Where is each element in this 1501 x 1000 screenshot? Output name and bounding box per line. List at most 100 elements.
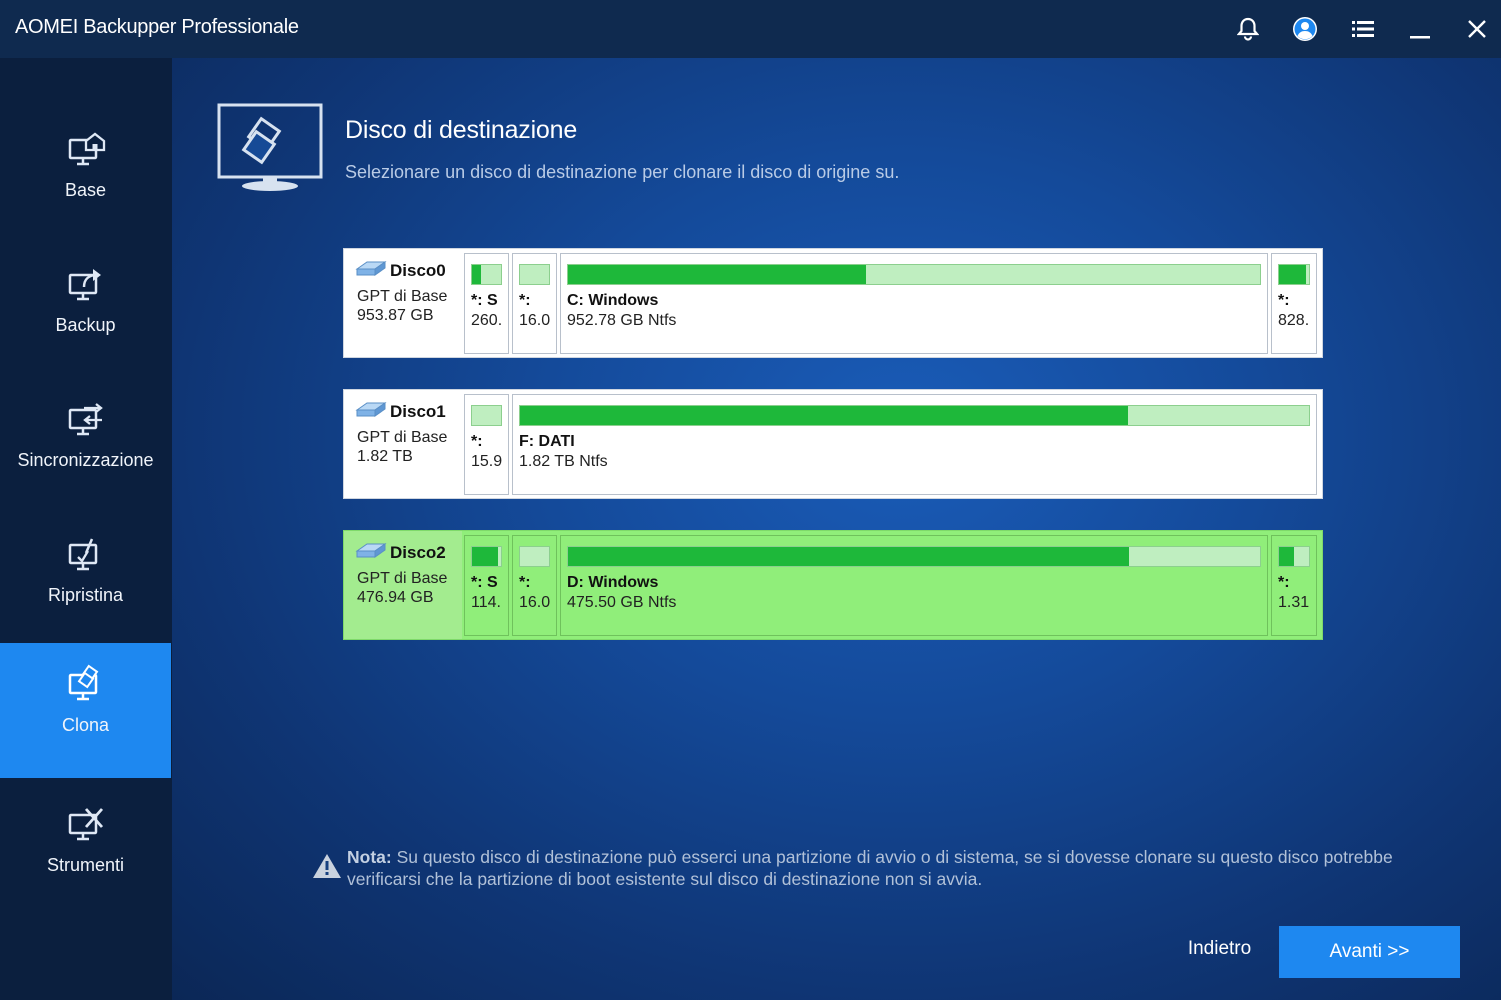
usage-bar-fill: [472, 547, 499, 566]
partition-label: *:: [1278, 292, 1290, 309]
sidebar-item-ripristina[interactable]: Ripristina: [0, 513, 171, 648]
disk-name: Disco1: [390, 402, 446, 421]
sidebar: Base Backup Sincronizzazione Ripristina: [0, 58, 172, 1000]
partition-size: 828.: [1278, 312, 1310, 329]
menu-icon[interactable]: [1346, 12, 1380, 46]
partition[interactable]: *: 828.: [1271, 253, 1317, 354]
usage-bar: [519, 405, 1310, 426]
partition-size: 16.0: [519, 594, 551, 611]
note-text: Nota: Su questo disco di destinazione pu…: [347, 846, 1407, 890]
next-button[interactable]: Avanti >>: [1279, 926, 1460, 978]
partition[interactable]: D: Windows 475.50 GB Ntfs: [560, 535, 1268, 636]
usage-bar: [519, 264, 550, 285]
sidebar-item-label: Base: [64, 180, 107, 200]
partition-label: *:: [1278, 574, 1290, 591]
sidebar-item-strumenti[interactable]: Strumenti: [0, 783, 171, 918]
disk-type: GPT di Base: [357, 570, 448, 587]
sidebar-item-clona[interactable]: Clona: [0, 643, 171, 778]
usage-bar-fill: [568, 265, 866, 284]
partition[interactable]: *: 16.0: [512, 535, 557, 636]
page-subtitle: Selezionare un disco di destinazione per…: [345, 162, 900, 182]
partition-size: 114.: [471, 594, 501, 611]
warning-icon: [313, 854, 341, 878]
sidebar-item-sincronizzazione[interactable]: Sincronizzazione: [0, 378, 171, 513]
sidebar-item-label: Ripristina: [47, 585, 124, 605]
sidebar-item-label: Backup: [55, 315, 116, 335]
partition-label: F: DATI: [519, 433, 575, 450]
app-title: AOMEI Backupper Professionale: [15, 16, 299, 38]
partition[interactable]: *: 16.0: [512, 253, 557, 354]
disk-type: GPT di Base: [357, 429, 448, 446]
disk-row-disco1[interactable]: Disco1 GPT di Base 1.82 TB *: 15.9 F: DA…: [343, 389, 1323, 499]
partition-size: 952.78 GB Ntfs: [567, 312, 677, 329]
partition-label: *:: [471, 433, 483, 450]
partition-size: 1.82 TB Ntfs: [519, 453, 608, 470]
disk-info: Disco1 GPT di Base 1.82 TB: [344, 390, 462, 498]
partition[interactable]: *: 1.31: [1271, 535, 1317, 636]
partition-label: *: S: [471, 574, 498, 591]
disk-row-disco0[interactable]: Disco0 GPT di Base 953.87 GB *: S 260. *…: [343, 248, 1323, 358]
note-body: Su questo disco di destinazione può esse…: [347, 847, 1393, 889]
back-button[interactable]: Indietro: [1172, 938, 1267, 968]
disk-size: 1.82 TB: [357, 448, 413, 465]
disk-name: Disco0: [390, 261, 446, 280]
disk-type: GPT di Base: [357, 288, 448, 305]
partition[interactable]: *: S 114.: [464, 535, 509, 636]
disk-size: 953.87 GB: [357, 307, 434, 324]
hard-disk-icon: [355, 543, 387, 558]
usage-bar-fill: [568, 547, 1129, 566]
clone-monitor-icon: [68, 664, 98, 701]
partition-size: 1.31: [1278, 594, 1310, 611]
note-prefix: Nota:: [347, 847, 392, 867]
disk-info: Disco2 GPT di Base 476.94 GB: [344, 531, 462, 639]
disk-info: Disco0 GPT di Base 953.87 GB: [344, 249, 462, 357]
bell-icon[interactable]: [1231, 12, 1265, 46]
partition[interactable]: *: 15.9: [464, 394, 509, 495]
partition-label: *:: [519, 574, 531, 591]
partition-size: 475.50 GB Ntfs: [567, 594, 677, 611]
partition-label: *:: [519, 292, 531, 309]
sidebar-item-backup[interactable]: Backup: [0, 243, 171, 378]
home-monitor-icon: [68, 132, 105, 166]
usage-bar-fill: [1279, 265, 1306, 284]
clone-disk-monitor-icon: [217, 103, 323, 191]
usage-bar: [567, 264, 1261, 285]
usage-bar: [471, 546, 502, 567]
sync-monitor-icon: [68, 403, 103, 436]
sidebar-item-label: Clona: [61, 715, 110, 735]
close-icon[interactable]: [1460, 12, 1494, 46]
page-title: Disco di destinazione: [345, 116, 578, 144]
usage-bar-fill: [520, 406, 1128, 425]
partition-size: 15.9: [471, 453, 503, 470]
usage-bar: [471, 264, 502, 285]
partition[interactable]: C: Windows 952.78 GB Ntfs: [560, 253, 1268, 354]
partition-label: *: S: [471, 292, 498, 309]
hard-disk-icon: [355, 261, 387, 276]
sidebar-item-base[interactable]: Base: [0, 108, 171, 243]
usage-bar: [471, 405, 502, 426]
usage-bar: [1278, 264, 1310, 285]
main-content: Disco di destinazione Selezionare un dis…: [172, 58, 1501, 1000]
disk-size: 476.94 GB: [357, 589, 434, 606]
partition[interactable]: *: S 260.: [464, 253, 509, 354]
tools-monitor-icon: [68, 808, 103, 841]
partition-label: D: Windows: [567, 574, 659, 591]
usage-bar: [519, 546, 550, 567]
title-bar: AOMEI Backupper Professionale: [0, 0, 1501, 58]
user-icon[interactable]: [1288, 12, 1322, 46]
backup-monitor-icon: [68, 269, 101, 301]
partition[interactable]: F: DATI 1.82 TB Ntfs: [512, 394, 1317, 495]
disk-row-disco2[interactable]: Disco2 GPT di Base 476.94 GB *: S 114. *…: [343, 530, 1323, 640]
partition-size: 16.0: [519, 312, 551, 329]
minimize-icon[interactable]: [1403, 12, 1437, 46]
restore-monitor-icon: [68, 538, 97, 571]
usage-bar: [1278, 546, 1310, 567]
usage-bar-fill: [1279, 547, 1294, 566]
disk-name: Disco2: [390, 543, 446, 562]
sidebar-item-label: Strumenti: [46, 855, 125, 875]
sidebar-item-label: Sincronizzazione: [17, 450, 154, 470]
usage-bar-fill: [472, 265, 481, 284]
partition-label: C: Windows: [567, 292, 659, 309]
usage-bar: [567, 546, 1261, 567]
partition-size: 260.: [471, 312, 503, 329]
